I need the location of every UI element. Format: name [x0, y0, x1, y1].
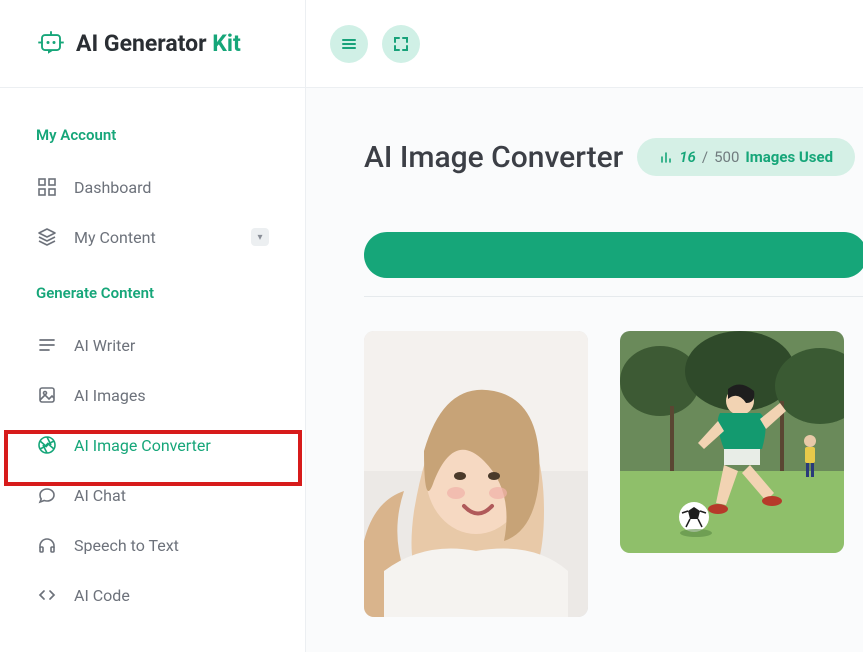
- sidebar-item-ai-code[interactable]: AI Code: [0, 570, 305, 620]
- sidebar-item-my-content[interactable]: My Content ▾: [0, 212, 305, 262]
- portrait-illustration: [364, 331, 588, 617]
- image-card-2[interactable]: [620, 331, 844, 553]
- bar-chart-icon: [659, 150, 673, 164]
- sidebar-item-label: AI Images: [74, 386, 146, 405]
- page-title: AI Image Converter: [364, 140, 623, 175]
- headphones-icon: [36, 534, 58, 556]
- hamburger-icon: [341, 36, 357, 52]
- menu-toggle-button[interactable]: [330, 25, 368, 63]
- usage-total: 500: [714, 148, 739, 166]
- logo[interactable]: AI Generator Kit: [36, 29, 241, 59]
- brand-name-a: AI Generator: [76, 30, 212, 57]
- sidebar-item-ai-image-converter[interactable]: AI Image Converter: [0, 420, 305, 470]
- fullscreen-icon: [393, 36, 409, 52]
- sidebar-section-my-account: My Account: [0, 126, 305, 162]
- primary-action-button[interactable]: [364, 232, 863, 278]
- sidebar: My Account Dashboard My Content ▾ Genera…: [0, 88, 306, 652]
- sidebar-item-label: My Content: [74, 228, 156, 247]
- sidebar-item-label: AI Code: [74, 586, 130, 605]
- main-content: AI Image Converter 16 / 500 Images Used: [306, 88, 863, 652]
- brand-name-b: Kit: [212, 30, 241, 57]
- aperture-icon: [36, 434, 58, 456]
- grid-icon: [36, 176, 58, 198]
- divider: [364, 296, 863, 297]
- sidebar-item-label: AI Chat: [74, 486, 126, 505]
- sidebar-item-ai-writer[interactable]: AI Writer: [0, 320, 305, 370]
- usage-used: 16: [679, 148, 696, 166]
- sidebar-item-label: AI Image Converter: [74, 436, 211, 455]
- sidebar-item-label: AI Writer: [74, 336, 135, 355]
- robot-icon: [36, 29, 66, 59]
- image-card-1[interactable]: [364, 331, 588, 617]
- soccer-illustration: [620, 331, 844, 553]
- sidebar-item-dashboard[interactable]: Dashboard: [0, 162, 305, 212]
- sidebar-item-ai-chat[interactable]: AI Chat: [0, 470, 305, 520]
- sidebar-section-generate-content: Generate Content: [0, 284, 305, 320]
- chevron-down-icon[interactable]: ▾: [251, 228, 269, 246]
- usage-sep: /: [702, 148, 708, 166]
- chat-icon: [36, 484, 58, 506]
- sidebar-item-label: Speech to Text: [74, 536, 179, 555]
- image-icon: [36, 384, 58, 406]
- fullscreen-button[interactable]: [382, 25, 420, 63]
- usage-label: Images Used: [745, 148, 833, 166]
- usage-pill: 16 / 500 Images Used: [637, 138, 855, 176]
- lines-icon: [36, 334, 58, 356]
- logo-area: AI Generator Kit: [0, 0, 306, 87]
- sidebar-item-ai-images[interactable]: AI Images: [0, 370, 305, 420]
- sidebar-item-label: Dashboard: [74, 178, 151, 197]
- sidebar-item-speech-to-text[interactable]: Speech to Text: [0, 520, 305, 570]
- layers-icon: [36, 226, 58, 248]
- code-icon: [36, 584, 58, 606]
